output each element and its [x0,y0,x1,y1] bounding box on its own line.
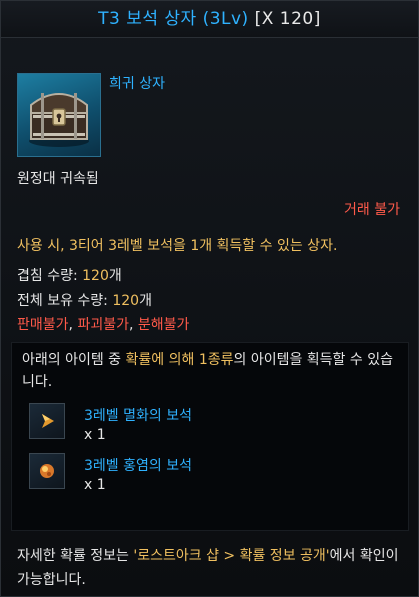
reward-item-qty: x 1 [84,477,106,493]
restriction-disassemble: 분해불가 [137,317,190,333]
item-count: [X 120] [254,9,321,29]
item-grade: 희귀 상자 [109,76,165,92]
tooltip-title: T3 보석 상자 (3Lv) [X 120] [1,1,418,38]
reward-item-qty: x 1 [84,427,106,443]
reward-intro-highlight: 확률에 의해 1종류 [125,352,234,368]
item-tooltip: T3 보석 상자 (3Lv) [X 120] 희귀 상자 원정대 귀속됨 거래 … [0,0,419,597]
treasure-chest-icon [29,93,89,147]
probability-info-a: 자세한 확률 정보는 [17,548,134,564]
item-description: 사용 시, 3티어 3레벨 보석을 1개 획득할 수 있는 상자. [17,238,338,254]
item-icon-frame [17,73,101,157]
stack-label: 겹침 수량: [17,268,83,284]
owned-value: 120 [112,293,140,309]
bound-status: 원정대 귀속됨 [17,171,99,187]
reward-intro-a: 아래의 아이템 중 [22,352,126,368]
owned-unit: 개 [139,293,152,309]
reward-item-icon-frame [29,453,65,489]
item-header: 희귀 상자 [1,41,418,159]
stack-quantity: 겹침 수량: 120개 [17,265,122,285]
trade-status: 거래 불가 [344,202,400,218]
stack-value: 120 [82,268,109,284]
reward-item-icon-frame [29,403,65,439]
reward-box: 아래의 아이템 중 확률에 의해 1종류의 아이템을 획득할 수 있습니다. 3… [11,342,409,531]
stack-unit: 개 [108,268,122,284]
reward-item-name: 3레벨 멸화의 보석 [84,408,192,424]
restriction-sell: 판매불가 [17,317,69,333]
owned-label: 전체 보유 수량: [17,293,113,309]
item-name: T3 보석 상자 (3Lv) [98,9,249,29]
probability-info-link[interactable]: '로스트아크 샵 > 확률 정보 공개' [133,548,329,564]
reward-intro: 아래의 아이템 중 확률에 의해 1종류의 아이템을 획득할 수 있습니다. [22,349,402,393]
restriction-sep-2: , [128,317,138,333]
probability-info: 자세한 확률 정보는 '로스트아크 샵 > 확률 정보 공개'에서 확인이 가능… [17,544,407,592]
crimson-flame-gem-icon [40,464,54,478]
owned-quantity: 전체 보유 수량: 120개 [17,290,152,310]
annihilation-gem-icon [42,414,54,428]
restrictions: 판매불가, 파괴불가, 분해불가 [17,314,189,334]
restriction-destroy: 파괴불가 [77,317,129,333]
reward-item-name: 3레벨 홍염의 보석 [84,458,192,474]
